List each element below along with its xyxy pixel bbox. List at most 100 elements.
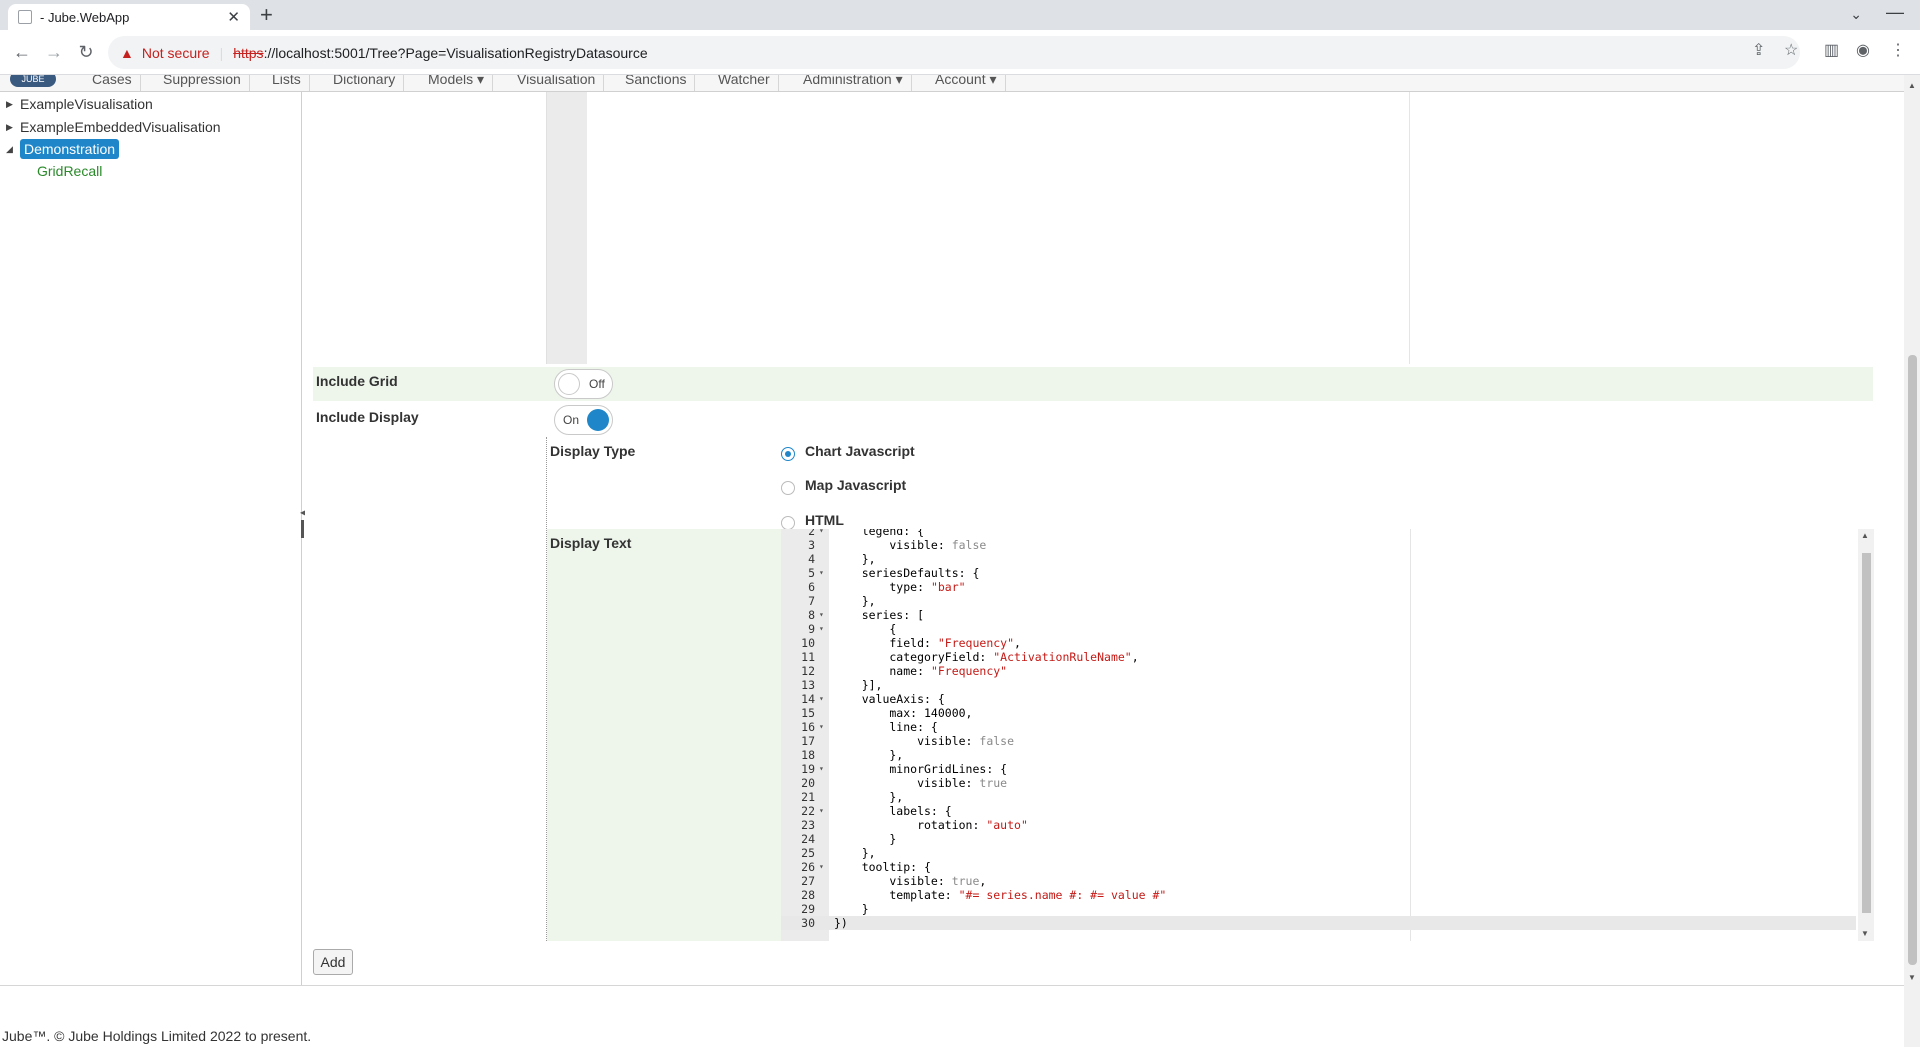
code-line[interactable]: 29 } bbox=[781, 902, 1856, 916]
include-grid-toggle[interactable]: Off bbox=[554, 369, 613, 399]
display-text-code-editor[interactable]: 2 ▾ legend: { 3 visible: false 4 }, 5 ▾ se… bbox=[781, 529, 1874, 941]
code-text[interactable]: }) bbox=[834, 916, 848, 930]
code-text[interactable]: valueAxis: { bbox=[834, 692, 945, 706]
code-line[interactable]: 4 }, bbox=[781, 552, 1856, 566]
radio-html[interactable] bbox=[781, 516, 795, 530]
fold-toggle-icon[interactable]: ▾ bbox=[819, 804, 824, 818]
code-line[interactable]: 2 ▾ legend: { bbox=[781, 529, 1856, 538]
tree-item-example-embedded-visualisation[interactable]: ▶ ExampleEmbeddedVisualisation bbox=[6, 117, 221, 137]
code-text[interactable]: minorGridLines: { bbox=[834, 762, 1007, 776]
code-text[interactable]: categoryField: "ActivationRuleName", bbox=[834, 650, 1138, 664]
code-text[interactable]: template: "#= series.name #: #= value #" bbox=[834, 888, 1166, 902]
code-text[interactable]: tooltip: { bbox=[834, 860, 931, 874]
code-line[interactable]: 19 ▾ minorGridLines: { bbox=[781, 762, 1856, 776]
fold-toggle-icon[interactable]: ▾ bbox=[819, 860, 824, 874]
nav-dictionary[interactable]: Dictionary bbox=[325, 75, 405, 91]
side-panel-icon[interactable]: ▥ bbox=[1824, 40, 1839, 60]
fold-toggle-icon[interactable]: ▾ bbox=[819, 762, 824, 776]
browser-menu-icon[interactable]: ⋮ bbox=[1890, 40, 1906, 60]
code-text[interactable]: legend: { bbox=[834, 529, 924, 538]
back-icon[interactable]: ← bbox=[10, 40, 34, 64]
code-text[interactable]: { bbox=[834, 622, 896, 636]
code-text[interactable]: labels: { bbox=[834, 804, 951, 818]
nav-models[interactable]: Models ▾ bbox=[420, 75, 494, 91]
close-tab-icon[interactable]: ✕ bbox=[227, 8, 240, 26]
code-text[interactable]: seriesDefaults: { bbox=[834, 566, 980, 580]
code-line[interactable]: 26 ▾ tooltip: { bbox=[781, 860, 1856, 874]
expand-arrow-icon[interactable]: ▶ bbox=[6, 122, 20, 133]
code-text[interactable]: visible: false bbox=[834, 538, 986, 552]
code-line[interactable]: 28 template: "#= series.name #: #= value… bbox=[781, 888, 1856, 902]
fold-toggle-icon[interactable]: ▾ bbox=[819, 566, 824, 580]
code-line[interactable]: 15 max: 140000, bbox=[781, 706, 1856, 720]
code-line[interactable]: 13 }], bbox=[781, 678, 1856, 692]
code-text[interactable]: max: 140000, bbox=[834, 706, 972, 720]
profile-avatar-icon[interactable]: ◉ bbox=[1856, 40, 1870, 60]
nav-cases[interactable]: Cases bbox=[84, 75, 141, 91]
fold-toggle-icon[interactable]: ▾ bbox=[819, 529, 824, 538]
code-line[interactable]: 22 ▾ labels: { bbox=[781, 804, 1856, 818]
tree-item-example-visualisation[interactable]: ▶ ExampleVisualisation bbox=[6, 94, 153, 114]
code-text[interactable]: }, bbox=[834, 846, 876, 860]
fold-toggle-icon[interactable]: ▾ bbox=[819, 692, 824, 706]
nav-account[interactable]: Account ▾ bbox=[927, 75, 1006, 91]
radio-map-javascript[interactable] bbox=[781, 481, 795, 495]
code-text[interactable]: visible: true bbox=[834, 776, 1007, 790]
code-line[interactable]: 24 } bbox=[781, 832, 1856, 846]
radio-label[interactable]: Map Javascript bbox=[805, 477, 906, 493]
security-warning[interactable]: Not secure bbox=[142, 45, 210, 61]
nav-sanctions[interactable]: Sanctions bbox=[617, 75, 696, 91]
page-scrollbar[interactable]: ▲ ▼ bbox=[1904, 75, 1920, 1047]
tree-leaf-grid-recall[interactable]: GridRecall bbox=[37, 163, 102, 179]
add-button[interactable]: Add bbox=[313, 949, 353, 975]
code-line[interactable]: 23 rotation: "auto" bbox=[781, 818, 1856, 832]
tree-item-label[interactable]: ExampleEmbeddedVisualisation bbox=[20, 119, 221, 135]
new-tab-button[interactable]: + bbox=[260, 3, 273, 27]
code-text[interactable]: name: "Frequency" bbox=[834, 664, 1007, 678]
code-line[interactable]: 27 visible: true, bbox=[781, 874, 1856, 888]
code-text[interactable]: line: { bbox=[834, 720, 937, 734]
nav-administration[interactable]: Administration ▾ bbox=[795, 75, 912, 91]
include-display-toggle[interactable]: On bbox=[554, 405, 613, 435]
code-line[interactable]: 20 visible: true bbox=[781, 776, 1856, 790]
code-line[interactable]: 12 name: "Frequency" bbox=[781, 664, 1856, 678]
nav-visualisation[interactable]: Visualisation bbox=[509, 75, 605, 91]
code-line[interactable]: 17 visible: false bbox=[781, 734, 1856, 748]
code-text[interactable]: visible: false bbox=[834, 734, 1014, 748]
expand-arrow-icon[interactable]: ▶ bbox=[6, 99, 20, 110]
minimize-window-icon[interactable]: — bbox=[1886, 2, 1904, 23]
code-line[interactable]: 16 ▾ line: { bbox=[781, 720, 1856, 734]
radio-label[interactable]: HTML bbox=[805, 512, 844, 528]
code-line[interactable]: 10 field: "Frequency", bbox=[781, 636, 1856, 650]
splitter-grip-icon[interactable] bbox=[301, 520, 304, 538]
tree-item-demonstration[interactable]: ◢ Demonstration bbox=[6, 139, 120, 159]
radio-chart-javascript[interactable] bbox=[781, 447, 795, 461]
editor-scrollbar-thumb[interactable] bbox=[1862, 553, 1871, 913]
fold-toggle-icon[interactable]: ▾ bbox=[819, 608, 824, 622]
nav-lists[interactable]: Lists bbox=[264, 75, 310, 91]
scroll-up-icon[interactable]: ▲ bbox=[1908, 81, 1916, 90]
editor-scrollbar[interactable]: ▲ ▼ bbox=[1858, 529, 1874, 941]
code-line[interactable]: 25 }, bbox=[781, 846, 1856, 860]
radio-label[interactable]: Chart Javascript bbox=[805, 443, 915, 459]
code-text[interactable]: }, bbox=[834, 790, 903, 804]
fold-toggle-icon[interactable]: ▾ bbox=[819, 622, 824, 636]
code-line[interactable]: 21 }, bbox=[781, 790, 1856, 804]
tab-search-icon[interactable]: ⌄ bbox=[1850, 6, 1862, 23]
bookmark-star-icon[interactable]: ☆ bbox=[1784, 40, 1798, 60]
code-line[interactable]: 9 ▾ { bbox=[781, 622, 1856, 636]
forward-icon[interactable]: → bbox=[42, 40, 66, 64]
code-text[interactable]: }], bbox=[834, 678, 883, 692]
code-line[interactable]: 6 type: "bar" bbox=[781, 580, 1856, 594]
fold-toggle-icon[interactable]: ▾ bbox=[819, 720, 824, 734]
page-scrollbar-thumb[interactable] bbox=[1908, 355, 1917, 965]
code-editor-upper[interactable] bbox=[546, 92, 1871, 364]
code-text[interactable]: visible: true, bbox=[834, 874, 986, 888]
tree-item-label[interactable]: ExampleVisualisation bbox=[20, 96, 153, 112]
code-line[interactable]: 11 categoryField: "ActivationRuleName", bbox=[781, 650, 1856, 664]
code-text[interactable]: }, bbox=[834, 552, 876, 566]
code-text[interactable]: } bbox=[834, 832, 896, 846]
nav-watcher[interactable]: Watcher bbox=[710, 75, 779, 91]
code-text[interactable]: } bbox=[834, 902, 869, 916]
reload-icon[interactable]: ↻ bbox=[74, 40, 98, 64]
